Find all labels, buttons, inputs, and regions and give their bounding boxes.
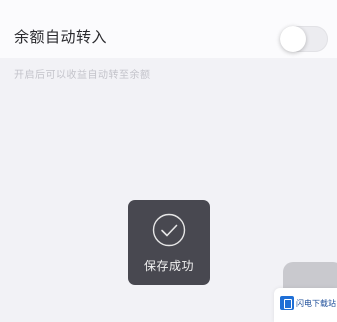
site-watermark: 闪电下载站 bbox=[274, 288, 337, 322]
watermark-logo-icon bbox=[280, 296, 294, 310]
check-circle-icon bbox=[152, 213, 186, 247]
toast-message: 保存成功 bbox=[143, 259, 194, 273]
auto-transfer-setting-row: 余额自动转入 bbox=[0, 0, 337, 58]
setting-hint: 开启后可以收益自动转至余额 bbox=[14, 70, 151, 81]
setting-title: 余额自动转入 bbox=[14, 28, 108, 46]
auto-transfer-toggle[interactable] bbox=[280, 26, 328, 52]
toggle-knob bbox=[280, 26, 306, 52]
success-toast: 保存成功 bbox=[128, 200, 210, 285]
watermark-text: 闪电下载站 bbox=[296, 299, 336, 308]
